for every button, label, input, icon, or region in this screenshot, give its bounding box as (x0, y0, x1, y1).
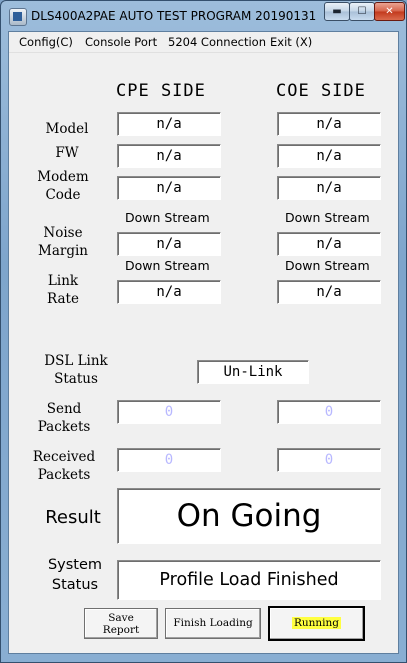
send-packets-label: Send Packets (23, 400, 105, 436)
dsl-link-status-label: DSL Link Status (31, 352, 121, 388)
cpe-side-header: CPE SIDE (116, 81, 206, 101)
close-button[interactable]: ✕ (374, 2, 405, 21)
cpe-modem-code-field: n/a (117, 176, 221, 200)
coe-link-rate-caption: Down Stream (285, 258, 370, 273)
save-report-button[interactable]: Save Report (84, 608, 158, 639)
model-label: Model (45, 121, 89, 137)
menu-5204-connection[interactable]: 5204 Connection (168, 35, 266, 49)
dsl-link-status-label-line2: Status (54, 371, 98, 387)
coe-modem-code-field: n/a (277, 176, 381, 200)
coe-fw-field: n/a (277, 144, 381, 168)
app-icon (9, 8, 27, 26)
coe-noise-margin-caption: Down Stream (285, 210, 370, 225)
window-title: DLS400A2PAE AUTO TEST PROGRAM 20190131 (31, 9, 317, 23)
app-window: DLS400A2PAE AUTO TEST PROGRAM 20190131 ▬… (0, 0, 407, 663)
fw-label: FW (55, 145, 79, 161)
running-button-label: Running (291, 617, 342, 629)
cpe-model-field: n/a (117, 112, 221, 136)
coe-received-packets-field: 0 (277, 448, 381, 472)
dsl-link-status-label-line1: DSL Link (44, 353, 108, 369)
send-packets-label-line1: Send (46, 401, 82, 417)
received-packets-label-line1: Received (32, 449, 96, 465)
dsl-link-status-field: Un-Link (197, 360, 309, 384)
menu-config[interactable]: Config(C) (19, 35, 73, 49)
modem-code-label-line1: Modem (37, 169, 89, 185)
system-status-display: Profile Load Finished (117, 560, 381, 600)
minimize-button[interactable]: ▬ (324, 2, 350, 21)
noise-margin-label-line2: Margin (38, 243, 88, 259)
system-status-label: System Status (37, 555, 113, 595)
link-rate-label-line2: Rate (47, 291, 79, 307)
cpe-noise-margin-caption: Down Stream (125, 210, 210, 225)
coe-model-field: n/a (277, 112, 381, 136)
noise-margin-label: Noise Margin (27, 224, 99, 260)
noise-margin-label-line1: Noise (43, 225, 83, 241)
menu-exit[interactable]: Exit (X) (270, 35, 312, 49)
save-report-button-line2: Report (102, 624, 140, 636)
result-display: On Going (117, 488, 381, 544)
result-label: Result (45, 507, 101, 528)
minimize-icon: ▬ (332, 6, 342, 17)
running-button[interactable]: Running (268, 606, 365, 641)
cpe-link-rate-field: n/a (117, 280, 221, 304)
maximize-icon: ☐ (357, 6, 367, 17)
cpe-noise-margin-field: n/a (117, 232, 221, 256)
client-area: Config(C) Console Port 5204 Connection E… (8, 31, 399, 654)
coe-send-packets-field: 0 (277, 400, 381, 424)
modem-code-label: Modem Code (27, 168, 99, 204)
modem-code-label-line2: Code (45, 187, 81, 203)
link-rate-label-line1: Link (47, 273, 79, 289)
save-report-button-line1: Save (108, 612, 134, 624)
system-status-label-line1: System (47, 557, 103, 573)
finish-loading-button[interactable]: Finish Loading (165, 608, 261, 639)
link-rate-label: Link Rate (27, 272, 99, 308)
received-packets-label: Received Packets (21, 448, 107, 484)
coe-noise-margin-field: n/a (277, 232, 381, 256)
system-status-label-line2: Status (51, 577, 99, 593)
maximize-button[interactable]: ☐ (349, 2, 375, 21)
coe-link-rate-field: n/a (277, 280, 381, 304)
received-packets-label-line2: Packets (37, 467, 91, 483)
close-icon: ✕ (385, 6, 394, 17)
menu-bar: Config(C) Console Port 5204 Connection E… (9, 32, 398, 53)
title-bar[interactable]: DLS400A2PAE AUTO TEST PROGRAM 20190131 ▬… (1, 1, 406, 31)
menu-console-port[interactable]: Console Port (85, 35, 157, 49)
send-packets-label-line2: Packets (37, 419, 91, 435)
cpe-link-rate-caption: Down Stream (125, 258, 210, 273)
coe-side-header: COE SIDE (276, 81, 366, 101)
cpe-fw-field: n/a (117, 144, 221, 168)
cpe-received-packets-field: 0 (117, 448, 221, 472)
cpe-send-packets-field: 0 (117, 400, 221, 424)
